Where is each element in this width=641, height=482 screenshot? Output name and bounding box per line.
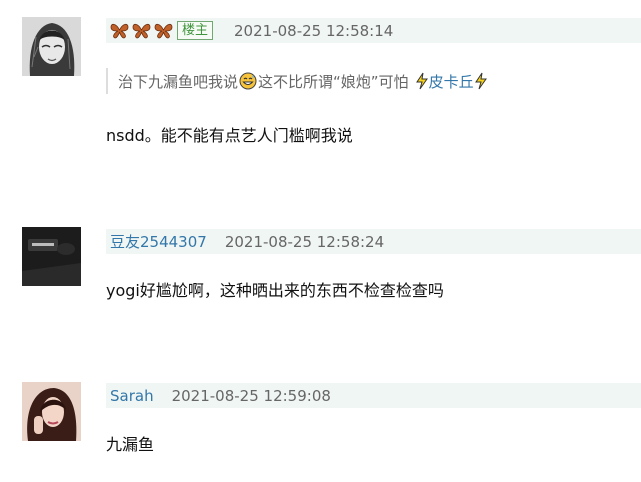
- comment-text: 九漏鱼: [106, 435, 155, 454]
- quoted-reply: 治下九漏鱼吧我说 这不比所谓“娘炮”可怕 皮卡丘: [106, 68, 488, 94]
- avatar[interactable]: [22, 227, 81, 286]
- owner-badge: 楼主: [177, 21, 214, 40]
- quote-author-name[interactable]: 皮卡丘: [429, 71, 474, 92]
- woman-photo-avatar-icon: [22, 382, 81, 441]
- comment-meta: Sarah 2021-08-25 12:59:08: [106, 383, 641, 408]
- quote-author-link[interactable]: 皮卡丘: [415, 71, 488, 92]
- butterfly-icon: [110, 23, 129, 39]
- comment-time: 2021-08-25 12:58:24: [224, 232, 385, 251]
- comment-meta: 豆友2544307 2021-08-25 12:58:24: [106, 229, 641, 254]
- comment-meta: 楼主 2021-08-25 12:58:14: [106, 18, 641, 43]
- butterfly-badges: [110, 22, 173, 39]
- lightning-icon: [415, 72, 428, 90]
- comment-text: nsdd。能不能有点艺人门槛啊我说: [106, 126, 353, 145]
- avatar[interactable]: [22, 382, 81, 441]
- comment-text: yogi好尴尬啊，这种晒出来的东西不检查检查吗: [106, 281, 444, 300]
- grinning-sweat-emoji-icon: [239, 72, 257, 90]
- lightning-icon: [474, 72, 487, 90]
- butterfly-icon: [154, 23, 173, 39]
- dark-photo-avatar-icon: [22, 227, 81, 286]
- comment-time: 2021-08-25 12:59:08: [171, 386, 331, 405]
- quote-text-before: 治下九漏鱼吧我说: [118, 72, 239, 91]
- comment-author-link[interactable]: 豆友2544307: [110, 231, 207, 252]
- avatar[interactable]: [22, 17, 81, 76]
- butterfly-icon: [132, 23, 151, 39]
- quote-text-after: 这不比所谓“娘炮”可怕: [258, 72, 409, 91]
- comment-author-link[interactable]: Sarah: [110, 387, 154, 405]
- comment-time: 2021-08-25 12:58:14: [234, 21, 394, 40]
- sketch-portrait-avatar-icon: [22, 17, 81, 76]
